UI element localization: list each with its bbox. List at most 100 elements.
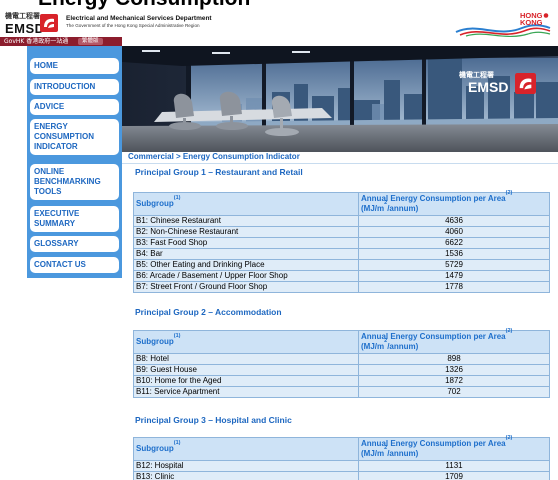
subgroup-cell: B13: Clinic xyxy=(133,471,359,480)
table-row: B7: Street Front / Ground Floor Shop 1778 xyxy=(133,281,550,293)
government-subtitle: The Government of the Hong Kong Special … xyxy=(66,23,200,28)
subgroup-header-label: Subgroup xyxy=(136,337,174,346)
value-header-label: Annual Energy Consumption per Area xyxy=(361,439,506,448)
subgroup-cell: B11: Service Apartment xyxy=(133,386,359,398)
subgroup-header: Subgroup(1) xyxy=(133,192,359,216)
energy-value-cell: 1709 xyxy=(358,471,550,480)
subgroup-footnote-ref: (1) xyxy=(173,440,181,446)
breadcrumb-divider xyxy=(122,163,558,164)
banner-image xyxy=(122,46,558,152)
govhk-bar: GovHK 香港政府一站通 繁體版 xyxy=(0,37,122,46)
nav-glossary[interactable]: GLOSSARY xyxy=(30,236,119,252)
energy-table-group-2: Subgroup(1) Annual Energy Consumption pe… xyxy=(133,328,550,398)
unit-exponent: 2 xyxy=(384,200,388,206)
energy-value-cell: 1131 xyxy=(358,460,550,472)
table-header-row: Subgroup(1) Annual Energy Consumption pe… xyxy=(133,190,550,216)
energy-value-cell: 5729 xyxy=(358,259,550,271)
subgroup-footnote-ref: (1) xyxy=(173,195,181,201)
value-footnote-ref: (2) xyxy=(505,190,513,196)
table-row: B11: Service Apartment 702 xyxy=(133,386,550,398)
group-title-1: Principal Group 1 – Restaurant and Retai… xyxy=(135,167,303,177)
subgroup-cell: B4: Bar xyxy=(133,248,359,260)
subgroup-cell: B12: Hospital xyxy=(133,460,359,472)
table-body: B1: Chinese Restaurant 4636 B2: Non-Chines… xyxy=(133,215,550,293)
brand-text-bottom: KONG xyxy=(520,18,543,27)
subgroup-cell: B2: Non-Chinese Restaurant xyxy=(133,226,359,238)
nav-home[interactable]: HOME xyxy=(30,58,119,74)
table-row: B6: Arcade / Basement / Upper Floor Shop… xyxy=(133,270,550,282)
page-title: Energy Consumption xyxy=(38,0,250,10)
subgroup-cell: B3: Fast Food Shop xyxy=(133,237,359,249)
table-row: B12: Hospital 1131 xyxy=(133,460,550,472)
nav-introduction[interactable]: INTRODUCTION xyxy=(30,79,119,95)
energy-value-cell: 1479 xyxy=(358,270,550,282)
subgroup-header-label: Subgroup xyxy=(136,199,174,208)
subgroup-cell: B8: Hotel xyxy=(133,353,359,365)
department-name-block: Electrical and Mechanical Services Depar… xyxy=(66,15,212,29)
office-chairs xyxy=(169,91,299,136)
group-title-2: Principal Group 2 – Accommodation xyxy=(135,307,282,317)
nav-energy-consumption-indicator[interactable]: ENERGY CONSUMPTION INDICATOR xyxy=(30,119,119,155)
unit-post: /annum) xyxy=(387,342,419,351)
value-header-label: Annual Energy Consumption per Area xyxy=(361,194,506,203)
energy-table-group-1: Subgroup(1) Annual Energy Consumption pe… xyxy=(133,190,550,293)
energy-value-cell: 1536 xyxy=(358,248,550,260)
department-name: Electrical and Mechanical Services Depar… xyxy=(66,15,212,22)
table-row: B3: Fast Food Shop 6622 xyxy=(133,237,550,249)
group-title-3: Principal Group 3 – Hospital and Clinic xyxy=(135,415,292,425)
emsd-logo-abbr: EMSD xyxy=(5,21,45,36)
value-header: Annual Energy Consumption per Area(2) (MJ… xyxy=(358,190,550,216)
energy-value-cell: 898 xyxy=(358,353,550,365)
energy-value-cell: 1872 xyxy=(358,375,550,387)
govhk-link[interactable]: GovHK 香港政府一站通 xyxy=(4,38,68,45)
table-row: B10: Home for the Aged 1872 xyxy=(133,375,550,387)
subgroup-cell: B5: Other Eating and Drinking Place xyxy=(133,259,359,271)
unit-post: /annum) xyxy=(387,204,419,213)
unit-pre: (MJ/m xyxy=(361,449,385,458)
unit-exponent: 2 xyxy=(384,338,388,344)
table-body: B12: Hospital 1131 B13: Clinic 1709 xyxy=(133,460,550,480)
table-body: B8: Hotel 898 B9: Guest House 1326 B10: Home… xyxy=(133,353,550,398)
language-tab[interactable]: 繁體版 xyxy=(78,38,103,45)
banner-emsd-abbr: EMSD xyxy=(468,79,509,95)
nav-online-benchmarking-tools[interactable]: ONLINE BENCHMARKING TOOLS xyxy=(30,164,119,200)
brand-mark-icon xyxy=(543,13,549,18)
sidebar-nav: HOME INTRODUCTION ADVICE ENERGY CONSUMPT… xyxy=(27,46,122,278)
energy-value-cell: 6622 xyxy=(358,237,550,249)
subgroup-cell: B9: Guest House xyxy=(133,364,359,376)
subgroup-cell: B1: Chinese Restaurant xyxy=(133,215,359,227)
table-row: B13: Clinic 1709 xyxy=(133,471,550,480)
emsd-logo-chinese: 機電工程署 xyxy=(5,12,40,20)
value-header: Annual Energy Consumption per Area(2) (MJ… xyxy=(358,328,550,354)
subgroup-header: Subgroup(1) xyxy=(133,437,359,461)
subgroup-cell: B10: Home for the Aged xyxy=(133,375,359,387)
subgroup-cell: B7: Street Front / Ground Floor Shop xyxy=(133,281,359,293)
subgroup-footnote-ref: (1) xyxy=(173,333,181,339)
table-header-row: Subgroup(1) Annual Energy Consumption pe… xyxy=(133,328,550,354)
nav-contact-us[interactable]: CONTACT US xyxy=(30,257,119,273)
breadcrumb[interactable]: Commercial > Energy Consumption Indicato… xyxy=(128,152,300,162)
unit-pre: (MJ/m xyxy=(361,342,385,351)
table-row: B9: Guest House 1326 xyxy=(133,364,550,376)
emsd-logo-icon xyxy=(40,14,58,32)
nav-executive-summary[interactable]: EXECUTIVE SUMMARY xyxy=(30,206,119,232)
emsd-logo-link[interactable]: 機電工程署 EMSD xyxy=(0,10,62,37)
page-title-fragment: Energy Consumption xyxy=(0,0,558,10)
energy-table-group-3: Subgroup(1) Annual Energy Consumption pe… xyxy=(133,435,550,480)
table-row: B1: Chinese Restaurant 4636 xyxy=(133,215,550,227)
energy-value-cell: 1326 xyxy=(358,364,550,376)
energy-value-cell: 4060 xyxy=(358,226,550,238)
value-footnote-ref: (2) xyxy=(505,328,513,334)
brand-hong-kong-logo[interactable]: HONG KONG xyxy=(452,10,552,37)
value-footnote-ref: (2) xyxy=(505,435,513,441)
energy-value-cell: 702 xyxy=(358,386,550,398)
subgroup-header-label: Subgroup xyxy=(136,444,174,453)
nav-advice[interactable]: ADVICE xyxy=(30,99,119,115)
unit-pre: (MJ/m xyxy=(361,204,385,213)
page: Energy Consumption 機電工程署 EMSD Electrical… xyxy=(0,0,558,480)
unit-exponent: 2 xyxy=(384,445,388,451)
table-row: B5: Other Eating and Drinking Place 5729 xyxy=(133,259,550,271)
table-row: B4: Bar 1536 xyxy=(133,248,550,260)
table-row: B2: Non-Chinese Restaurant 4060 xyxy=(133,226,550,238)
energy-value-cell: 1778 xyxy=(358,281,550,293)
